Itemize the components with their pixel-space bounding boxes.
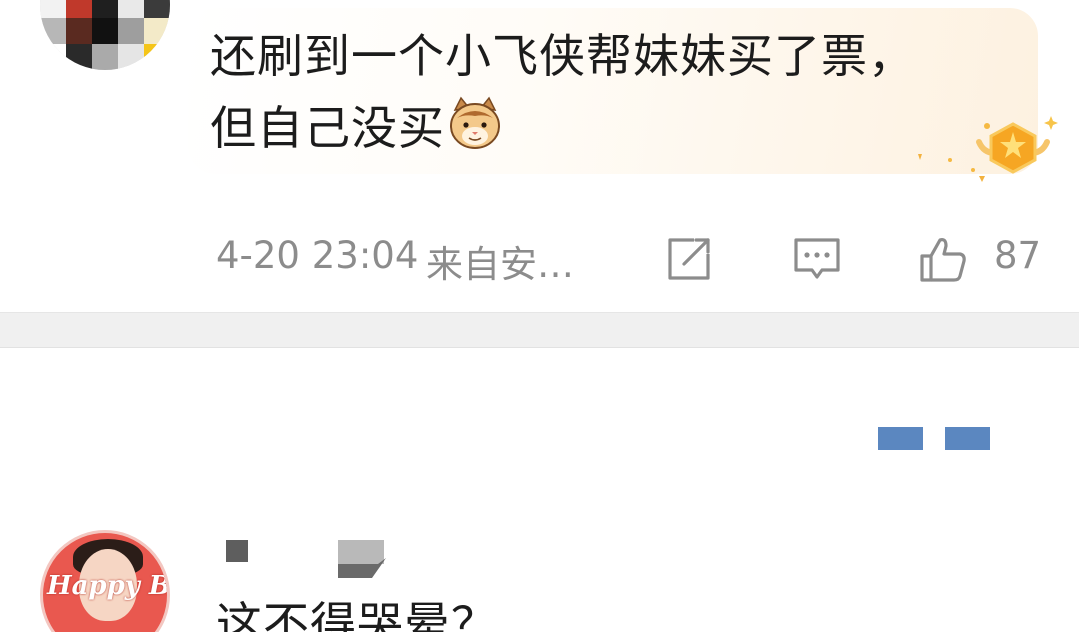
redacted-block <box>945 427 990 450</box>
redacted-username <box>226 540 248 562</box>
redacted-badge <box>338 540 386 578</box>
avatar-mosaic <box>40 0 170 70</box>
medal-badge-icon <box>971 116 1058 182</box>
comment-line-2-text: 但自己没买 <box>210 101 445 155</box>
share-icon[interactable] <box>664 234 714 284</box>
comment-text: 这不得哭晕？ <box>216 597 498 632</box>
section-divider <box>0 312 1079 348</box>
like-count: 87 <box>994 234 1042 277</box>
comment-line-2: 但自己没买 <box>210 92 970 164</box>
comment-text: 还刷到一个小飞侠帮妹妹买了票， 但自己没买 <box>210 20 970 164</box>
comment-timestamp: 4-20 23:04 <box>216 234 419 277</box>
avatar[interactable] <box>40 0 170 70</box>
thumbs-up-icon[interactable] <box>918 234 968 284</box>
avatar-text: Happy Birthday <box>47 571 170 601</box>
redacted-block <box>878 427 923 450</box>
comment-meta-row: 4-20 23:04 来自安… 87 <box>216 230 1046 286</box>
comment-source: 来自安… <box>426 243 574 286</box>
cat-face-emoji-icon <box>450 96 500 149</box>
comment-line-1: 还刷到一个小飞侠帮妹妹买了票， <box>210 29 915 83</box>
avatar[interactable]: Happy Birthday <box>40 530 170 632</box>
sparkle-icon <box>918 154 952 162</box>
comment-feed: 还刷到一个小飞侠帮妹妹买了票， 但自己没买 4-20 23:04 来自安… 87… <box>0 0 1079 632</box>
comment-icon[interactable] <box>792 234 842 284</box>
